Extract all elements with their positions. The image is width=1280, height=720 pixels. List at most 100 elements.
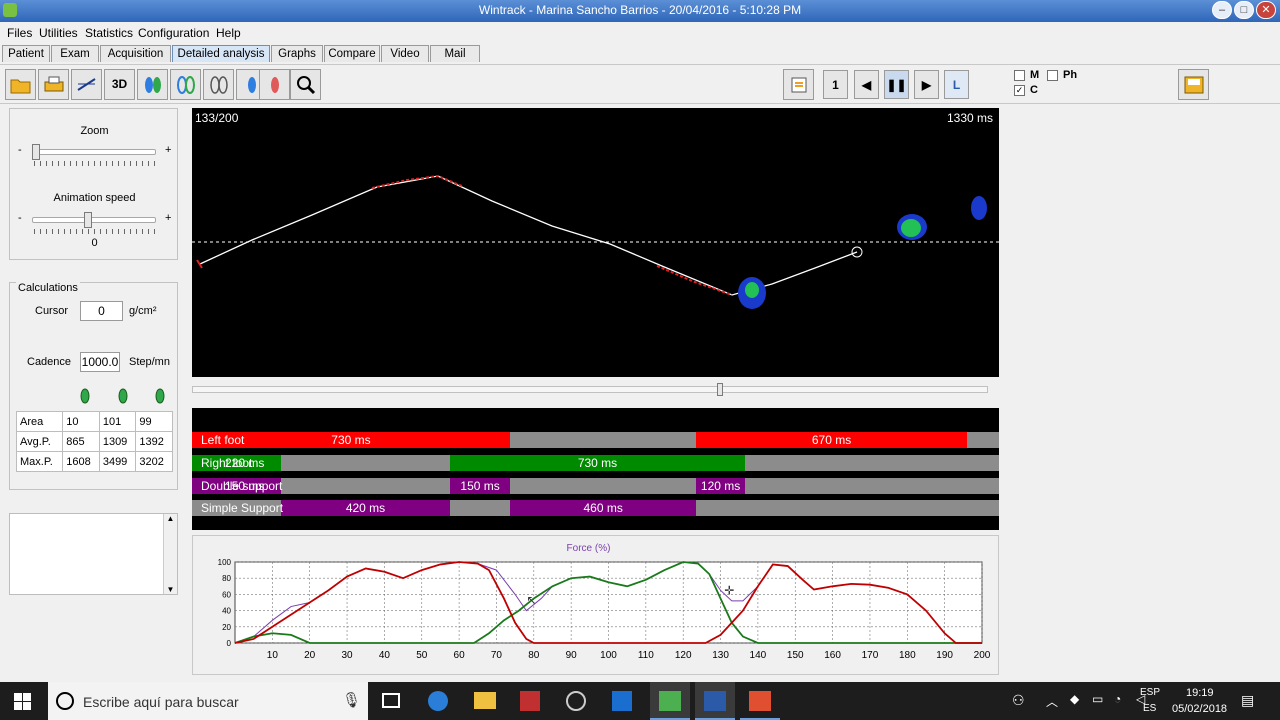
x-tick-label: 40 <box>379 650 391 661</box>
app-settings-icon[interactable] <box>566 691 586 711</box>
cursor-input[interactable]: 0 <box>80 301 123 321</box>
edge-icon[interactable] <box>428 691 448 711</box>
zoom-slider-track[interactable] <box>32 149 156 155</box>
tab-mail[interactable]: Mail <box>430 45 480 62</box>
previous-frame-button[interactable]: ◀ <box>854 70 879 99</box>
microphone-icon[interactable]: 🎙 <box>342 691 361 709</box>
x-tick-label: 70 <box>491 650 503 661</box>
menu-files[interactable]: Files <box>7 26 32 40</box>
row-label: Area <box>15 411 64 432</box>
x-tick-label: 30 <box>341 650 353 661</box>
cursor-label: Cursor <box>35 305 69 317</box>
cadence-input[interactable]: 1000.0 <box>80 352 120 372</box>
speed-slider-track[interactable] <box>32 217 156 223</box>
app-red-icon[interactable] <box>520 691 540 711</box>
tab-video[interactable]: Video <box>381 45 429 62</box>
save-image-button[interactable] <box>1178 69 1209 100</box>
next-frame-button[interactable]: ▶ <box>914 70 939 99</box>
cell-value: 865 <box>62 431 100 452</box>
zoom-slider-thumb[interactable] <box>32 144 40 160</box>
wifi-icon[interactable]: ◔ <box>1114 692 1121 706</box>
pressure-viewer[interactable]: 133/200 1330 ms <box>192 108 999 377</box>
footprint-outline-button[interactable] <box>170 69 201 100</box>
export-button[interactable] <box>783 69 814 100</box>
file-explorer-icon[interactable] <box>474 692 496 709</box>
tab-patient[interactable]: Patient <box>2 45 50 62</box>
timeline-row: 150 ms 120 ms Double support 150 ms <box>192 478 999 494</box>
x-tick-label: 170 <box>862 650 879 661</box>
maximize-button[interactable]: □ <box>1234 1 1254 19</box>
image-save-icon <box>1184 76 1203 94</box>
camtasia-green-icon <box>659 691 681 711</box>
timeline-segment <box>966 432 999 448</box>
menu-utilities[interactable]: Utilities <box>39 26 78 40</box>
tab-detailed-analysis[interactable]: Detailed analysis <box>172 45 270 62</box>
speed-slider-thumb[interactable] <box>84 212 93 228</box>
notes-box[interactable] <box>9 513 178 595</box>
speed-plus[interactable]: + <box>165 212 171 224</box>
x-tick-label: 180 <box>899 650 916 661</box>
frame-step-button[interactable]: 1 <box>823 70 848 99</box>
tab-acquisition[interactable]: Acquisition <box>100 45 171 62</box>
previous-icon: ◀ <box>861 78 872 92</box>
scrub-track[interactable] <box>192 386 988 393</box>
3d-button[interactable]: 3D <box>104 69 135 100</box>
timeline-row: 730 ms 670 ms Left foot <box>192 432 999 448</box>
people-icon[interactable]: ⚇ <box>1012 692 1025 709</box>
pause-button[interactable]: ❚❚ <box>884 70 909 99</box>
notes-scrollbar[interactable]: ▲ ▼ <box>163 514 177 594</box>
open-folder-button[interactable] <box>5 69 36 100</box>
task-view-icon[interactable] <box>382 693 400 708</box>
chevron-up-icon[interactable]: ︿ <box>1046 693 1058 710</box>
scroll-down-icon[interactable]: ▼ <box>164 585 177 594</box>
zoom-button[interactable] <box>290 69 321 100</box>
curve-button[interactable] <box>71 69 102 100</box>
footprint-color-button[interactable] <box>137 69 168 100</box>
windows-start-icon[interactable] <box>14 693 31 710</box>
zoom-plus[interactable]: + <box>165 144 171 156</box>
side-toggle-button[interactable]: L <box>944 70 969 99</box>
feet-outline-icon <box>176 76 195 94</box>
zoom-minus[interactable]: - <box>18 144 22 156</box>
language-bottom[interactable]: ES <box>1143 703 1156 714</box>
clock-date[interactable]: 05/02/2018 <box>1172 703 1227 715</box>
tab-compare[interactable]: Compare <box>324 45 380 62</box>
timeline-segment <box>696 500 999 516</box>
ph-checkbox[interactable] <box>1047 70 1058 81</box>
close-button[interactable]: ✕ <box>1256 1 1276 19</box>
menu-help[interactable]: Help <box>216 26 241 40</box>
c-checkbox[interactable]: ✓ <box>1014 85 1025 96</box>
taskbar-search[interactable]: Escribe aquí para buscar 🎙 <box>48 682 368 720</box>
m-checkbox[interactable] <box>1014 70 1025 81</box>
cell-value: 101 <box>98 411 137 432</box>
title-bar: Wintrack - Marina Sancho Barrios - 20/04… <box>0 0 1280 22</box>
footprint-blob <box>901 219 921 237</box>
footprint-contour-button[interactable] <box>203 69 234 100</box>
scroll-up-icon[interactable]: ▲ <box>164 514 177 523</box>
tab-graphs[interactable]: Graphs <box>271 45 323 62</box>
timeline-row: 730 ms Right foot 220 ms <box>192 455 999 471</box>
battery-icon[interactable]: ▭ <box>1092 692 1103 706</box>
timeline-segment: 460 ms <box>509 500 697 516</box>
taskbar-app-camtasia[interactable] <box>650 682 690 720</box>
right-foot-button[interactable] <box>259 69 290 100</box>
outlook-icon[interactable] <box>612 691 632 711</box>
print-button[interactable] <box>38 69 69 100</box>
magnifier-icon <box>296 76 315 95</box>
minimize-button[interactable]: – <box>1212 1 1232 19</box>
taskbar-app-wintrack[interactable] <box>695 682 735 720</box>
maximize-icon: □ <box>1240 4 1248 16</box>
notifications-icon[interactable]: ▤ <box>1241 692 1254 709</box>
x-tick-label: 80 <box>528 650 540 661</box>
scrub-thumb[interactable] <box>717 383 724 396</box>
timeline-segment: 150 ms <box>450 478 510 494</box>
speed-minus[interactable]: - <box>18 212 22 224</box>
menu-configuration[interactable]: Configuration <box>138 26 209 40</box>
tab-exam[interactable]: Exam <box>51 45 99 62</box>
dropbox-icon[interactable]: ◆ <box>1070 692 1079 706</box>
menu-statistics[interactable]: Statistics <box>85 26 133 40</box>
clock-time[interactable]: 19:19 <box>1186 687 1214 699</box>
language-top[interactable]: ESP <box>1140 687 1160 698</box>
zoom-label: Zoom <box>80 125 109 137</box>
taskbar-app-recorder[interactable] <box>740 682 780 720</box>
